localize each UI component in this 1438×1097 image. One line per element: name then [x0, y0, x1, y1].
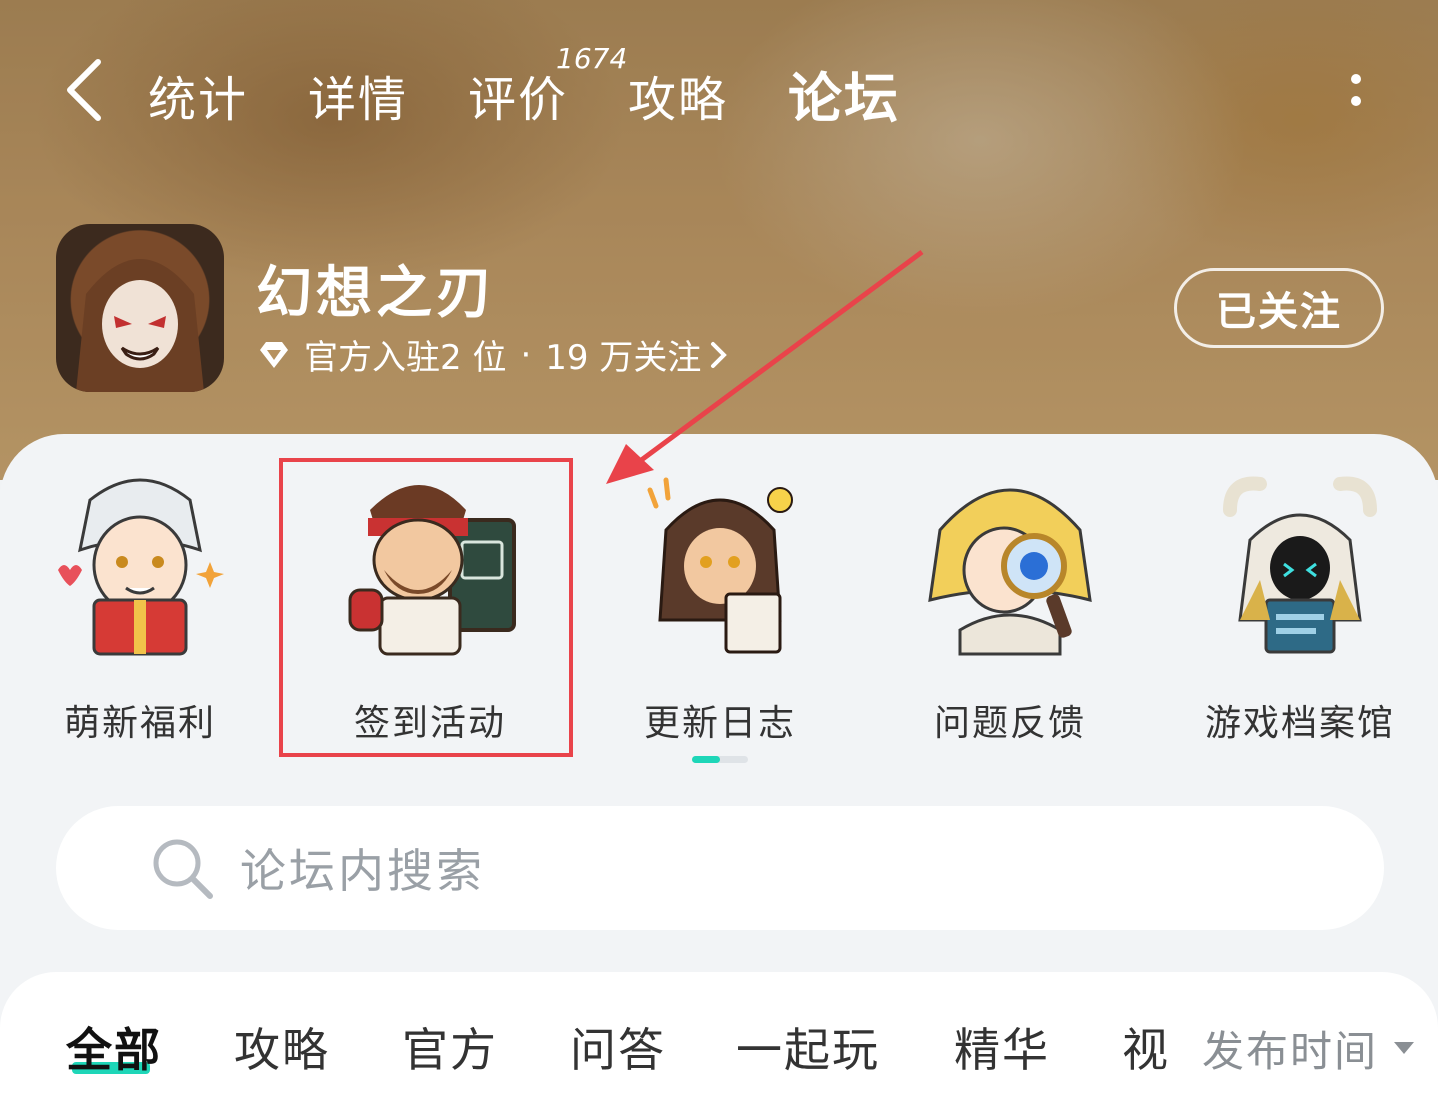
back-arrow-icon[interactable] — [62, 58, 110, 122]
sort-dropdown[interactable]: 发布时间 — [1196, 1018, 1415, 1079]
hooded-character-icon — [76, 259, 204, 392]
tab-guides[interactable]: 攻略 — [628, 60, 728, 130]
pager-indicator — [692, 756, 720, 763]
caret-down-icon — [1394, 1041, 1415, 1054]
feed-tab-guides[interactable]: 攻略 — [234, 1014, 330, 1080]
search-icon — [153, 839, 213, 899]
review-count-badge: 1674 — [556, 42, 628, 75]
follower-count: 19 万关注 — [545, 338, 702, 378]
follow-button[interactable]: 已关注 — [1174, 268, 1384, 348]
feed-tab-play-together[interactable]: 一起玩 — [736, 1014, 880, 1080]
tab-forum[interactable]: 论坛 — [788, 54, 900, 133]
archive-character-icon — [1223, 476, 1377, 654]
shortcut-label: 签到活动 — [353, 703, 506, 744]
game-title: 幻想之刃 — [256, 261, 496, 326]
feed-tab-featured[interactable]: 精华 — [954, 1014, 1050, 1080]
shortcut-pager — [692, 756, 748, 763]
gift-character-icon — [58, 478, 224, 656]
chevron-right-icon — [711, 341, 728, 368]
shortcut-feedback[interactable]: 问题反馈 — [890, 470, 1130, 746]
shortcut-update-log[interactable]: 更新日志 — [600, 470, 840, 746]
diamond-icon — [260, 341, 288, 368]
official-count: 官方入驻2 位 — [304, 338, 507, 378]
game-app-icon — [56, 224, 224, 392]
feed-tab-official[interactable]: 官方 — [402, 1014, 498, 1080]
shortcut-label: 游戏档案馆 — [1204, 703, 1395, 744]
feed-tab-all[interactable]: 全部 — [66, 1014, 162, 1080]
feed-tab-video[interactable]: 视 — [1122, 1014, 1170, 1080]
shortcut-label: 萌新福利 — [63, 703, 216, 744]
shortcut-label: 问题反馈 — [933, 703, 1086, 744]
forum-search-input[interactable]: 论坛内搜索 — [56, 806, 1384, 930]
checkin-character-icon — [348, 485, 516, 656]
shortcut-label: 更新日志 — [643, 703, 796, 744]
top-nav: 统计 详情 评价 1674 攻略 论坛 — [0, 40, 1438, 140]
more-options-icon[interactable] — [1340, 68, 1372, 112]
feed-tab-qa[interactable]: 问答 — [570, 1014, 666, 1080]
shortcut-row: 萌新福利 签到活动 更新日志 问题反馈 游戏档案馆 — [0, 470, 1438, 744]
tab-stats[interactable]: 统计 — [148, 60, 248, 130]
search-placeholder: 论坛内搜索 — [240, 844, 485, 898]
tab-reviews[interactable]: 评价 — [468, 60, 568, 130]
shortcut-newbie-welfare[interactable]: 萌新福利 — [20, 470, 260, 746]
sort-label: 发布时间 — [1202, 1027, 1379, 1076]
tab-details[interactable]: 详情 — [308, 60, 408, 130]
shortcut-checkin-event[interactable]: 签到活动 — [310, 470, 550, 746]
shortcut-game-archive[interactable]: 游戏档案馆 — [1180, 470, 1420, 746]
meta-separator: · — [520, 334, 532, 375]
magnifier-character-icon — [928, 488, 1092, 656]
game-meta-link[interactable]: 官方入驻2 位 · 19 万关注 — [256, 330, 729, 379]
notes-character-icon — [647, 477, 793, 654]
